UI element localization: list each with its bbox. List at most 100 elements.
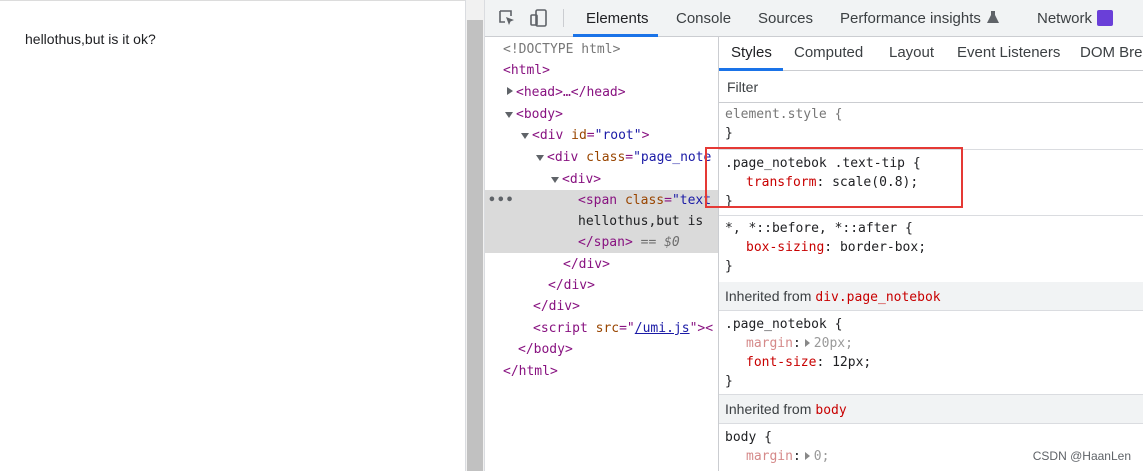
- rule-selector: body {: [725, 430, 772, 445]
- expand-triangle-icon[interactable]: [804, 339, 810, 347]
- filter-bar: [719, 71, 1143, 103]
- rule-property[interactable]: box-sizing: border-box;: [719, 238, 1143, 257]
- tab-layout[interactable]: Layout: [889, 37, 934, 69]
- tag-text: <body>: [516, 107, 563, 122]
- tab-event-listeners[interactable]: Event Listeners: [957, 37, 1060, 69]
- device-toggle-icon[interactable]: [529, 8, 549, 28]
- dom-node-html-close[interactable]: </html>: [485, 361, 718, 382]
- dom-node-doctype[interactable]: <!DOCTYPE html>: [485, 39, 718, 60]
- property-name: font-size: [746, 355, 817, 370]
- inspect-icon[interactable]: [497, 8, 517, 28]
- style-rule-universal[interactable]: *, *::before, *::after { box-sizing: bor…: [719, 217, 1143, 283]
- rule-close-brace: }: [725, 194, 733, 209]
- tag-text: <head>…</head>: [516, 85, 626, 100]
- tag-text: </span>: [578, 235, 633, 250]
- rule-selector: element.style {: [725, 107, 843, 122]
- more-options-icon[interactable]: •••: [488, 190, 514, 211]
- rule-property[interactable]: margin: 20px;: [719, 334, 1143, 353]
- expand-triangle-icon[interactable]: [804, 452, 810, 460]
- dom-node-close[interactable]: </div>: [485, 254, 718, 275]
- property-value: 20px;: [813, 336, 853, 351]
- tab-computed[interactable]: Computed: [794, 37, 863, 69]
- collapse-triangle-icon[interactable]: [505, 112, 513, 118]
- filter-input[interactable]: [727, 79, 1107, 95]
- tag-text: <div: [547, 150, 587, 165]
- attr-value: "root": [594, 128, 642, 143]
- inherited-header: Inherited from div.page_notebok: [719, 282, 1143, 311]
- dom-node-close[interactable]: </div>: [485, 275, 718, 296]
- tag-text: </html>: [503, 364, 558, 379]
- style-rule-text-tip[interactable]: .page_notebok .text-tip { transform: sca…: [719, 151, 1143, 216]
- selected-node-marker: == $0: [640, 235, 680, 250]
- dom-node-span-text[interactable]: hellothus,but is: [485, 211, 718, 232]
- flask-icon: [986, 11, 999, 23]
- tag-text: >: [641, 128, 650, 143]
- attr-name: src: [595, 321, 620, 336]
- panel-resize-gutter[interactable]: [465, 0, 485, 471]
- tag-text: <div>: [562, 172, 602, 187]
- dom-node-body-close[interactable]: </body>: [485, 339, 718, 360]
- tab-styles[interactable]: Styles: [731, 37, 772, 69]
- inherited-selector-link[interactable]: body: [815, 403, 846, 418]
- dom-node-span-selected[interactable]: ••• <span class="text: [485, 190, 718, 211]
- tag-text: =": [619, 321, 635, 336]
- property-name: margin: [746, 449, 793, 464]
- text-node: hellothus,but is: [578, 214, 704, 229]
- style-rule-body[interactable]: body { margin: 0;: [719, 425, 1143, 471]
- property-name: margin: [746, 336, 793, 351]
- property-value: 12px;: [832, 355, 872, 370]
- property-name: box-sizing: [746, 240, 825, 255]
- collapse-triangle-icon[interactable]: [536, 155, 544, 161]
- property-name: transform: [746, 175, 817, 190]
- inherited-selector-link[interactable]: div.page_notebok: [815, 290, 940, 305]
- styles-pane: Styles Computed Layout Event Listeners D…: [718, 37, 1143, 471]
- script-src-link[interactable]: /umi.js: [635, 321, 690, 336]
- tag-text: </div>: [563, 257, 610, 272]
- style-rule-page-notebok[interactable]: .page_notebok { margin: 20px; font-size: …: [719, 312, 1143, 395]
- dom-node-close[interactable]: </div>: [485, 296, 718, 317]
- tab-sources[interactable]: Sources: [758, 0, 813, 37]
- tag-text: <span: [578, 193, 625, 208]
- tag-text: "><: [689, 321, 714, 336]
- tab-elements[interactable]: Elements: [586, 0, 649, 37]
- dom-node-script[interactable]: <script src="/umi.js"><: [485, 318, 718, 339]
- attr-name: class: [624, 193, 665, 208]
- toolbar-separator: [563, 9, 564, 27]
- dom-node-head[interactable]: <head>…</head>: [485, 82, 718, 103]
- tag-text: </div>: [548, 278, 595, 293]
- dom-node-html[interactable]: <html>: [485, 60, 718, 81]
- scrollbar-thumb[interactable]: [467, 20, 483, 471]
- dom-node-div-root[interactable]: <div id="root">: [485, 125, 718, 146]
- rule-property[interactable]: font-size: 12px;: [719, 353, 1143, 372]
- collapse-triangle-icon[interactable]: [521, 133, 529, 139]
- tab-network[interactable]: Network: [1037, 0, 1092, 37]
- tag-text: <div: [532, 128, 572, 143]
- tab-performance-insights-label: Performance insights: [840, 10, 981, 27]
- inherited-label: Inherited from: [725, 401, 812, 417]
- rule-property[interactable]: transform: scale(0.8);: [719, 173, 1143, 192]
- dom-node-div-inner[interactable]: <div>: [485, 169, 718, 190]
- dom-node-body[interactable]: <body>: [485, 104, 718, 125]
- extension-icon[interactable]: [1097, 10, 1113, 26]
- tag-text: </div>: [533, 299, 580, 314]
- styles-subtabs: Styles Computed Layout Event Listeners D…: [719, 37, 1143, 71]
- page-text: hellothus,but is it ok?: [25, 31, 156, 47]
- property-value: 0;: [813, 449, 830, 464]
- style-rule-element[interactable]: element.style { }: [719, 105, 1143, 150]
- rule-selector: .page_notebok .text-tip {: [725, 156, 921, 171]
- dom-node-div-page[interactable]: <div class="page_note: [485, 147, 718, 168]
- tag-text: </body>: [518, 342, 573, 357]
- tab-console[interactable]: Console: [676, 0, 731, 37]
- watermark: CSDN @HaanLen: [1032, 449, 1131, 463]
- rule-close-brace: }: [725, 259, 733, 274]
- dom-node-span-close[interactable]: </span> == $0: [485, 232, 718, 253]
- property-value: scale(0.8);: [832, 175, 919, 190]
- tab-performance-insights[interactable]: Performance insights: [840, 0, 999, 37]
- expand-triangle-icon[interactable]: [507, 87, 513, 95]
- dom-tree: <!DOCTYPE html> <html> <head>…</head> <b…: [485, 37, 718, 471]
- attr-value: "text: [671, 193, 712, 208]
- collapse-triangle-icon[interactable]: [551, 177, 559, 183]
- attr-value: "page_note: [633, 150, 712, 165]
- tab-dom-breakpoints[interactable]: DOM Brea: [1080, 37, 1143, 69]
- property-value: border-box;: [839, 240, 927, 255]
